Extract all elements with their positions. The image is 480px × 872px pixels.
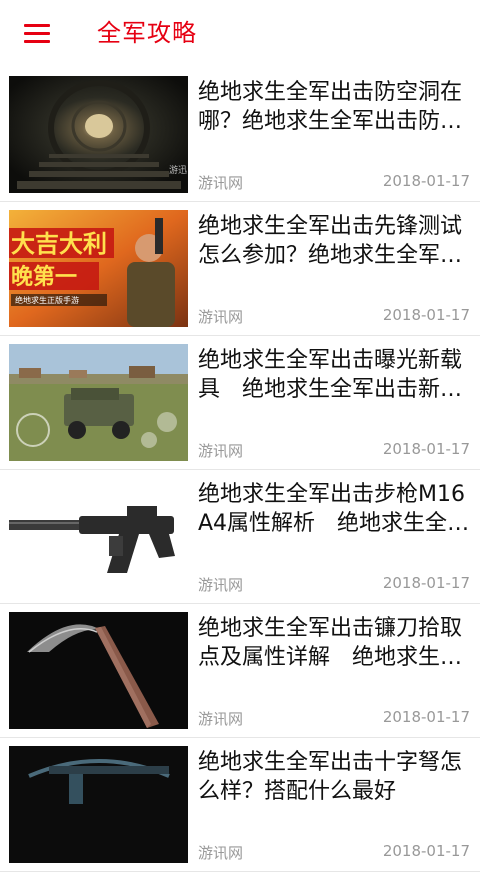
article-title: 绝地求生全军出击十字弩怎么样？搭配什么最好 — [198, 750, 463, 804]
article-thumbnail — [9, 478, 188, 595]
article-title: 绝地求生全军出击镰刀拾取点及属性详解 绝地求生全军出击镰刀 — [198, 616, 463, 670]
article-item[interactable]: 绝地求生全军出击曝光新载具 绝地求生全军出击新载具介绍 游讯网 2018-01-… — [0, 336, 480, 470]
article-date: 2018-01-17 — [382, 708, 470, 726]
article-source: 游讯网 — [198, 576, 244, 594]
svg-text:大吉大利: 大吉大利 — [11, 230, 107, 258]
article-date: 2018-01-17 — [382, 440, 470, 458]
page-title: 全军攻略 — [97, 19, 197, 47]
article-source: 游讯网 — [198, 710, 244, 728]
hamburger-menu-icon[interactable] — [24, 22, 50, 44]
article-item[interactable]: 绝地求生全军出击镰刀拾取点及属性详解 绝地求生全军出击镰刀 游讯网 2018-0… — [0, 604, 480, 738]
article-item[interactable]: 大吉大利 晚第一 绝地求生正版手游 绝地求生全军出击先锋测试怎么参加？绝地求生全… — [0, 202, 480, 336]
article-title: 绝地求生全军出击曝光新载具 绝地求生全军出击新载具介绍 — [198, 348, 463, 402]
article-title: 绝地求生全军出击步枪M16A4属性解析 绝地求生全军出击M16A4 — [198, 482, 470, 536]
article-item[interactable]: 绝地求生全军出击步枪M16A4属性解析 绝地求生全军出击M16A4 游讯网 20… — [0, 470, 480, 604]
article-thumbnail — [9, 612, 188, 729]
article-source: 游讯网 — [198, 308, 244, 326]
article-date: 2018-01-17 — [382, 842, 470, 860]
svg-text:游迅: 游迅 — [169, 164, 187, 176]
article-date: 2018-01-17 — [382, 172, 470, 190]
article-source: 游讯网 — [198, 844, 244, 862]
article-source: 游讯网 — [198, 442, 244, 460]
article-date: 2018-01-17 — [382, 306, 470, 324]
article-thumbnail — [9, 746, 188, 863]
app-header: 全军攻略 — [0, 0, 480, 68]
article-thumbnail — [9, 344, 188, 461]
article-thumbnail: 大吉大利 晚第一 绝地求生正版手游 — [9, 210, 188, 327]
article-thumbnail: 游迅 — [9, 76, 188, 193]
svg-text:绝地求生正版手游: 绝地求生正版手游 — [15, 295, 79, 305]
article-title: 绝地求生全军出击先锋测试怎么参加？绝地求生全军出击先锋测试 — [198, 214, 463, 268]
article-title: 绝地求生全军出击防空洞在哪？绝地求生全军出击防空洞位置 — [198, 80, 463, 134]
article-item[interactable]: 绝地求生全军出击十字弩怎么样？搭配什么最好 游讯网 2018-01-17 — [0, 738, 480, 872]
svg-text:晚第一: 晚第一 — [11, 264, 77, 290]
article-item[interactable]: 游迅 绝地求生全军出击防空洞在哪？绝地求生全军出击防空洞位置 游讯网 2018-… — [0, 68, 480, 202]
article-date: 2018-01-17 — [382, 574, 470, 592]
article-source: 游讯网 — [198, 174, 244, 192]
